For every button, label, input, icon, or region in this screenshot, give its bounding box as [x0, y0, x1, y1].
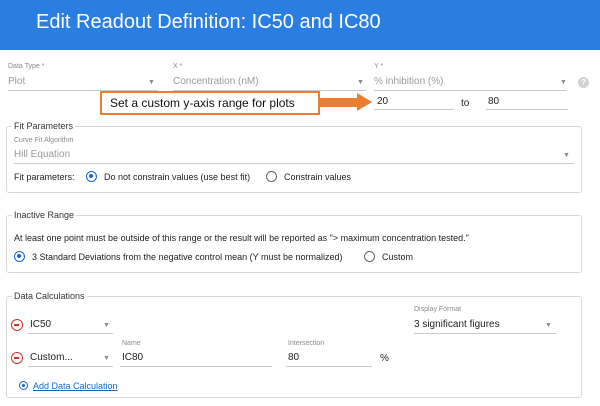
inactive-range-title: Inactive Range: [12, 210, 77, 220]
fit-parameters-title: Fit Parameters: [12, 121, 76, 131]
remove-calculation-icon[interactable]: [11, 319, 23, 331]
data-type-select[interactable]: Plot: [8, 76, 25, 87]
x-axis-label: X *: [173, 63, 183, 70]
calculation-underline: [28, 333, 113, 334]
x-axis-chevron-down-icon[interactable]: ▼: [357, 79, 364, 86]
y-axis-underline: [374, 90, 567, 91]
curve-fit-algorithm-label: Curve Fit Algorithm: [14, 137, 74, 144]
inactive-range-panel: [6, 215, 582, 273]
fit-parameters-panel: [6, 126, 582, 193]
std-deviation-radio[interactable]: [14, 251, 25, 262]
intersection-input[interactable]: 80: [288, 352, 299, 363]
y-axis-label: Y *: [374, 63, 384, 70]
display-format-label: Display Format: [414, 306, 462, 313]
add-circle-icon[interactable]: [19, 381, 28, 390]
data-type-chevron-down-icon[interactable]: ▼: [148, 79, 155, 86]
name-input[interactable]: IC80: [122, 352, 143, 363]
custom-range-radio[interactable]: [364, 251, 375, 262]
fit-parameters-field-label: Fit parameters:: [14, 172, 75, 182]
inactive-range-description: At least one point must be outside of th…: [14, 233, 469, 243]
curve-fit-underline: [14, 163, 574, 164]
data-calculations-title: Data Calculations: [12, 291, 87, 301]
display-format-chevron-down-icon[interactable]: ▼: [545, 322, 552, 329]
best-fit-option-label[interactable]: Do not constrain values (use best fit): [104, 172, 250, 182]
curve-fit-algorithm-select[interactable]: Hill Equation: [14, 149, 70, 160]
display-format-select[interactable]: 3 significant figures: [414, 319, 500, 330]
best-fit-radio[interactable]: [86, 171, 97, 182]
calculation-select-custom[interactable]: Custom...: [30, 352, 73, 363]
y-max-underline: [486, 109, 568, 110]
help-icon[interactable]: ?: [578, 77, 589, 88]
y-min-underline: [374, 109, 454, 110]
annotation-callout: Set a custom y-axis range for plots: [100, 91, 320, 115]
percent-unit-label: %: [380, 353, 389, 364]
constrain-values-radio[interactable]: [266, 171, 277, 182]
y-range-to-label: to: [461, 98, 470, 109]
callout-arrow-shaft: [320, 98, 358, 107]
y-axis-select[interactable]: % inhibition (%): [374, 76, 443, 87]
constrain-values-option-label[interactable]: Constrain values: [284, 172, 351, 182]
y-max-input[interactable]: 80: [488, 96, 499, 107]
data-type-label: Data Type *: [8, 63, 45, 70]
calculation-chevron-down-icon[interactable]: ▼: [103, 355, 110, 362]
y-min-input[interactable]: 20: [377, 96, 388, 107]
add-data-calculation-link[interactable]: Add Data Calculation: [33, 381, 118, 391]
calculation-chevron-down-icon[interactable]: ▼: [103, 322, 110, 329]
calculation-select-ic50[interactable]: IC50: [30, 319, 51, 330]
curve-fit-chevron-down-icon[interactable]: ▼: [563, 152, 570, 159]
callout-arrow-icon: [357, 93, 372, 111]
name-label: Name: [122, 340, 141, 347]
name-underline: [120, 366, 272, 367]
intersection-underline: [286, 366, 372, 367]
custom-range-option-label[interactable]: Custom: [382, 252, 413, 262]
x-axis-select[interactable]: Concentration (nM): [173, 76, 259, 87]
display-format-underline: [414, 333, 556, 334]
remove-calculation-icon[interactable]: [11, 352, 23, 364]
y-axis-chevron-down-icon[interactable]: ▼: [560, 79, 567, 86]
intersection-label: Intersection: [288, 340, 325, 347]
calculation-underline: [28, 366, 113, 367]
dialog-title: Edit Readout Definition: IC50 and IC80: [36, 11, 381, 33]
std-deviation-option-label[interactable]: 3 Standard Deviations from the negative …: [32, 252, 343, 262]
